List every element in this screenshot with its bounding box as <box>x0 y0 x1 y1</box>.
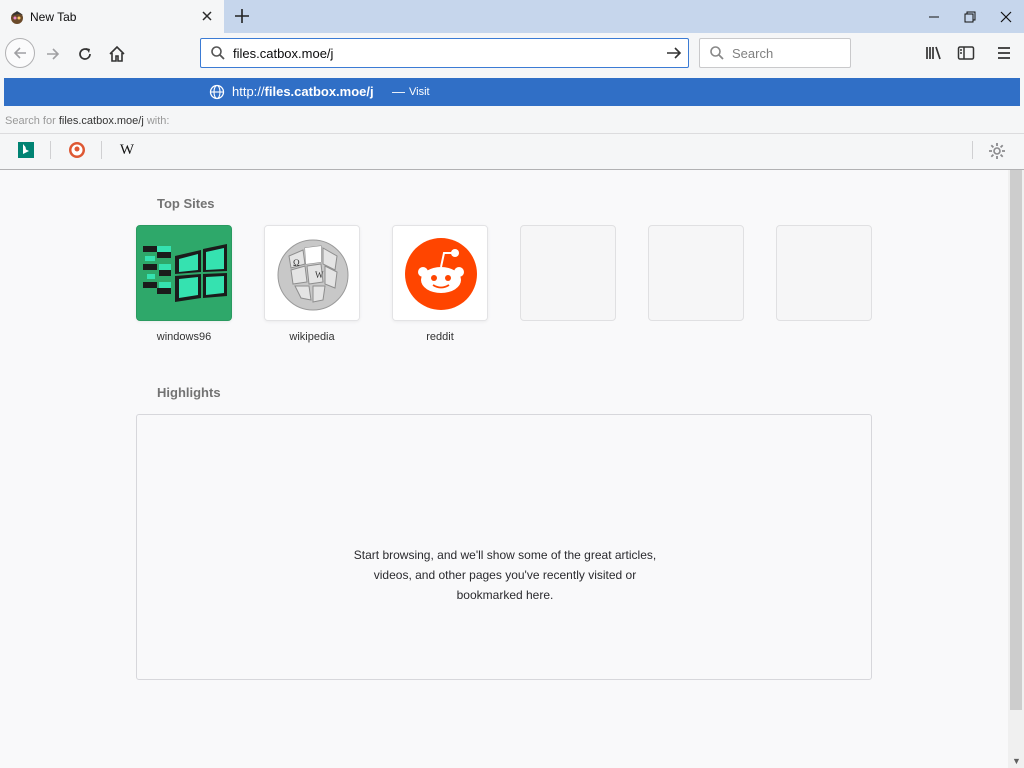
window-close-icon[interactable] <box>998 9 1014 25</box>
top-site-label: wikipedia <box>289 331 335 343</box>
restore-icon[interactable] <box>962 9 978 25</box>
highlights-message: Start browsing, and we'll show some of t… <box>353 548 657 602</box>
back-button[interactable] <box>5 38 35 68</box>
divider <box>50 141 51 159</box>
top-site-tile-reddit[interactable] <box>392 225 488 321</box>
search-bar[interactable]: Search <box>699 38 851 68</box>
go-arrow-icon[interactable] <box>666 45 682 61</box>
forward-button[interactable] <box>40 41 66 67</box>
top-site-tile-empty <box>776 225 872 321</box>
tab-title: New Tab <box>30 9 77 24</box>
new-tab-button[interactable] <box>232 6 252 26</box>
top-site-label: reddit <box>426 331 454 343</box>
search-with-label: Search for files.catbox.moe/j with: <box>5 115 170 127</box>
scrollbar-thumb[interactable] <box>1010 170 1022 710</box>
highlights-heading: Highlights <box>157 385 221 400</box>
close-tab-icon[interactable] <box>199 8 215 24</box>
wikipedia-globe-icon: Ω W <box>265 226 359 320</box>
tab-new-tab[interactable]: New Tab <box>0 0 224 33</box>
suggestion-dash: — <box>392 84 405 99</box>
globe-icon <box>209 84 225 100</box>
suggestion-visit-label: Visit <box>409 86 430 98</box>
gear-icon[interactable] <box>988 142 1008 162</box>
top-site-tile-windows96[interactable] <box>136 225 232 321</box>
reload-button[interactable] <box>72 41 98 67</box>
duckduckgo-icon[interactable] <box>67 140 87 160</box>
top-site-tile-empty <box>648 225 744 321</box>
top-site-tile-wikipedia[interactable]: Ω W <box>264 225 360 321</box>
divider <box>0 133 1024 134</box>
top-site-label: windows96 <box>156 331 212 343</box>
wikipedia-icon[interactable]: W <box>117 140 137 160</box>
highlights-empty-state: Start browsing, and we'll show some of t… <box>136 414 872 680</box>
svg-text:W: W <box>315 270 324 280</box>
vertical-scrollbar[interactable]: ▼ <box>1008 170 1024 768</box>
svg-text:Ω: Ω <box>293 258 300 268</box>
reddit-logo-icon <box>393 226 487 320</box>
url-bar[interactable]: files.catbox.moe/j <box>200 38 689 68</box>
search-icon <box>709 45 725 61</box>
search-icon <box>210 45 226 61</box>
windows96-logo-icon <box>137 226 231 320</box>
firefox-favicon-icon <box>9 9 25 25</box>
visit-url-suggestion[interactable]: http://files.catbox.moe/j — Visit <box>4 78 1020 106</box>
suggestion-url: http://files.catbox.moe/j <box>232 84 374 99</box>
url-input[interactable]: files.catbox.moe/j <box>233 46 333 61</box>
top-sites-heading: Top Sites <box>157 196 215 211</box>
urlbar-suggestions-popup: http://files.catbox.moe/j — Visit Search… <box>0 73 1024 170</box>
new-tab-page: Top Sites windows96 Ω W wikipedia reddit… <box>0 170 1008 768</box>
hamburger-menu-icon[interactable] <box>996 45 1014 61</box>
scroll-down-arrow-icon[interactable]: ▼ <box>1012 756 1021 766</box>
divider <box>972 141 973 159</box>
library-icon[interactable] <box>925 45 943 61</box>
sidebar-toggle-icon[interactable] <box>957 45 975 61</box>
top-site-tile-empty <box>520 225 616 321</box>
tab-strip: New Tab <box>0 0 1024 33</box>
home-button[interactable] <box>104 41 130 67</box>
search-placeholder[interactable]: Search <box>732 46 773 61</box>
minimize-icon[interactable] <box>926 9 942 25</box>
divider <box>101 141 102 159</box>
navigation-toolbar: files.catbox.moe/j Search <box>0 33 1024 73</box>
bing-icon[interactable] <box>16 140 36 160</box>
